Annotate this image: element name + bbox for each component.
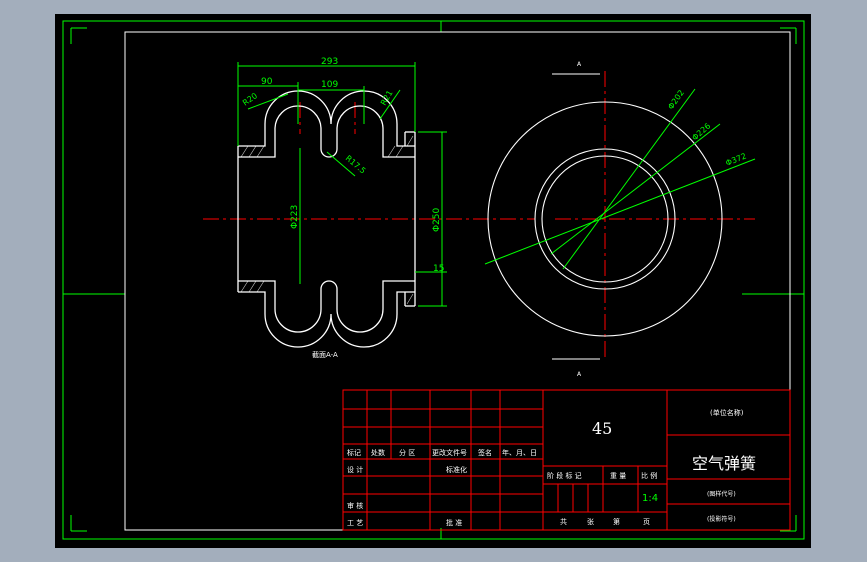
centerlines [203, 71, 755, 359]
dim-left-offset: 90 [261, 77, 273, 87]
projection-symbol: (投影符号) [707, 515, 736, 523]
sheet-footer-4: 页 [643, 518, 650, 526]
dim-flange: 15 [433, 264, 444, 274]
cad-drawing-viewport[interactable]: 293 90 109 R20 R21 R17.5 Φ223 Φ250 15 截面… [55, 14, 811, 548]
dim-radius-inner: R17.5 [344, 154, 368, 176]
rev-header-4: 更改文件号 [432, 448, 467, 457]
material-value: 45 [592, 419, 612, 438]
scale-value: 1:4 [642, 493, 658, 504]
section-hatch [240, 135, 414, 305]
view-arrows [552, 73, 600, 360]
row-standard: 标准化 [446, 465, 467, 474]
sheet-footer-2: 张 [587, 517, 594, 526]
rev-header-2: 处数 [371, 448, 385, 457]
row-review: 审 核 [347, 501, 363, 510]
dim-overall-width: 293 [321, 57, 338, 67]
drawing-canvas: 293 90 109 R20 R21 R17.5 Φ223 Φ250 15 截面… [62, 20, 805, 540]
drawing-number: (图样代号) [707, 490, 736, 498]
stage-header-2: 重 量 [610, 472, 626, 480]
dim-circle-202: Φ202 [666, 88, 686, 111]
row-approve: 批 准 [446, 518, 462, 527]
stage-header-3: 比 例 [641, 471, 657, 480]
dim-circle-372: Φ372 [724, 151, 747, 167]
rev-header-6: 年、月、日 [502, 448, 537, 457]
dim-radius-left: R20 [241, 91, 259, 107]
section-label: 截面A-A [312, 350, 338, 359]
sheet-footer-3: 第 [613, 517, 620, 526]
rev-header-1: 标记 [347, 448, 361, 457]
rev-header-5: 签名 [478, 448, 492, 457]
stage-header-1: 阶 段 标 记 [547, 471, 582, 480]
dim-inner-dia: Φ223 [290, 205, 300, 229]
row-design: 设 计 [347, 465, 363, 474]
dim-pitch: 109 [321, 80, 338, 90]
dim-radius-right: R21 [379, 89, 395, 107]
title-block: 45 (单位名称) 空气弹簧 (图样代号) (投影符号) 1:4 标记 处数 分… [342, 389, 791, 531]
dim-outer-dia: Φ250 [432, 207, 442, 232]
view-mark-bottom: A [577, 371, 582, 378]
part-name: 空气弹簧 [692, 454, 756, 473]
sheet-footer-1: 共 [560, 517, 567, 526]
unit-name: (单位名称) [710, 408, 744, 417]
view-mark-top: A [577, 61, 582, 68]
row-process: 工 艺 [347, 519, 363, 527]
rev-header-3: 分 区 [399, 448, 415, 457]
